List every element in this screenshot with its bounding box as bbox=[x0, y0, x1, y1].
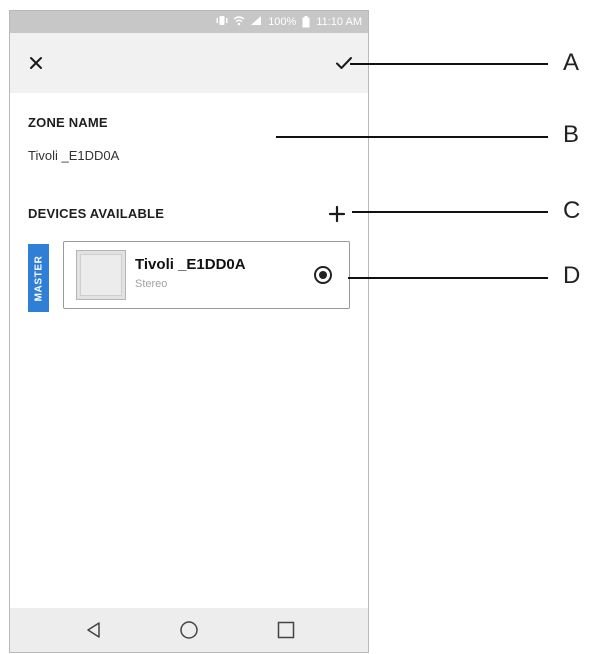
callout-line-c bbox=[352, 211, 548, 213]
recents-icon bbox=[277, 621, 295, 639]
device-thumbnail bbox=[76, 250, 126, 300]
master-badge-label: MASTER bbox=[33, 255, 45, 301]
signal-icon bbox=[251, 16, 262, 25]
device-mode: Stereo bbox=[135, 278, 168, 290]
close-icon bbox=[30, 57, 42, 69]
callout-line-d bbox=[348, 277, 548, 279]
callout-letter-c: C bbox=[563, 197, 581, 224]
navigation-bar bbox=[10, 608, 368, 652]
callout-letter-a: A bbox=[563, 49, 580, 76]
nav-back-button[interactable] bbox=[80, 616, 108, 644]
add-device-button[interactable] bbox=[324, 201, 350, 227]
phone-screen: 100% 11:10 AM ZONE NAME Tivoli _E1DD0A D… bbox=[9, 10, 369, 653]
top-app-bar bbox=[10, 33, 368, 93]
radio-selected-dot bbox=[319, 271, 327, 279]
battery-icon bbox=[302, 16, 310, 28]
master-badge: MASTER bbox=[28, 244, 49, 312]
back-icon bbox=[87, 622, 100, 638]
devices-available-label: DEVICES AVAILABLE bbox=[28, 206, 165, 221]
nav-home-button[interactable] bbox=[175, 616, 203, 644]
callout-line-b bbox=[276, 136, 548, 138]
wifi-icon bbox=[233, 16, 245, 26]
device-card[interactable]: Tivoli _E1DD0A Stereo bbox=[63, 241, 350, 309]
device-name: Tivoli _E1DD0A bbox=[135, 256, 246, 273]
status-bar: 100% 11:10 AM bbox=[10, 11, 368, 33]
plus-icon bbox=[328, 205, 346, 223]
device-select-radio[interactable] bbox=[314, 266, 332, 284]
vibrate-icon bbox=[216, 16, 228, 25]
battery-percent: 100% bbox=[268, 16, 297, 28]
zone-name-value[interactable]: Tivoli _E1DD0A bbox=[28, 148, 119, 163]
zone-name-label: ZONE NAME bbox=[28, 115, 108, 130]
home-icon bbox=[180, 621, 198, 639]
status-icons bbox=[216, 15, 262, 29]
callout-line-a bbox=[350, 63, 548, 65]
close-button[interactable] bbox=[24, 51, 48, 75]
nav-recents-button[interactable] bbox=[272, 616, 300, 644]
callout-letter-d: D bbox=[563, 262, 581, 289]
callout-letter-b: B bbox=[563, 121, 580, 148]
clock: 11:10 AM bbox=[316, 16, 362, 28]
